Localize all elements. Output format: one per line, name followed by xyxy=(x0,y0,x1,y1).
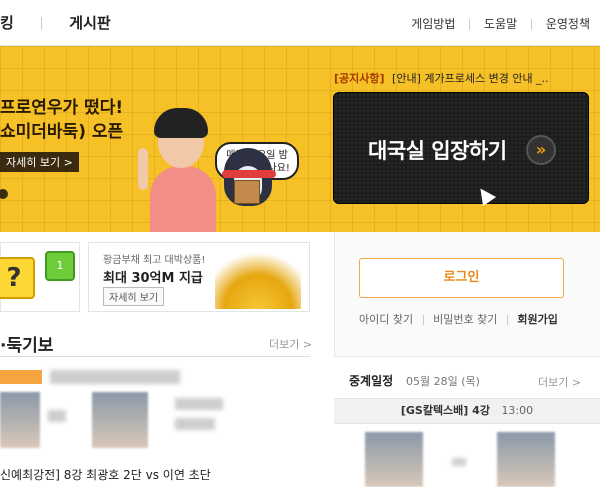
enter-button-label: 대국실 입장하기 xyxy=(368,139,507,163)
blurred-player-name xyxy=(48,410,66,422)
versus-mark xyxy=(452,458,466,466)
nav-item-help[interactable]: 도움말 xyxy=(484,17,517,31)
promo-small-text: 황금부채 최고 대박상품! xyxy=(103,255,206,266)
notice-ticker[interactable]: [공지사항] [안내] 계가프로세스 변경 안내 _.. xyxy=(334,70,549,86)
nav-right: 게임방법 도움말 운영정책 xyxy=(411,15,590,32)
news-badge xyxy=(0,370,42,384)
nav-item-game-guide[interactable]: 게임방법 xyxy=(411,17,455,31)
blurred-player-name xyxy=(175,418,215,430)
banner-headline: 프로연우가 떴다! 쇼미더바둑) 오픈 xyxy=(0,96,123,144)
login-button[interactable]: 로그인 xyxy=(359,258,564,298)
nav-item-board[interactable]: 게시판 xyxy=(69,12,110,33)
match-info-bar[interactable]: [GS칼텍스배] 4강 13:00 xyxy=(334,398,600,424)
match-time: 13:00 xyxy=(501,404,534,417)
nav-left: 킹 게시판 xyxy=(0,12,111,33)
nav-item-policy[interactable]: 운영정책 xyxy=(546,17,590,31)
player-photo xyxy=(0,392,40,448)
banner-person-image xyxy=(138,108,216,232)
penguin-mascot-icon xyxy=(218,140,278,218)
find-id-link[interactable]: 아이디 찾기 xyxy=(359,313,413,326)
link-divider xyxy=(422,315,424,325)
nav-divider xyxy=(41,17,43,30)
section-divider xyxy=(0,356,310,357)
banner-more-button[interactable]: 자세히 보기 > xyxy=(0,152,79,172)
mouse-cursor-icon xyxy=(473,183,497,207)
nav-item-ranking[interactable]: 킹 xyxy=(0,12,14,33)
player-photo xyxy=(497,432,555,487)
promo-big-text: 최대 30억M 지급 xyxy=(103,271,203,286)
player-photo xyxy=(365,432,423,487)
news-headline-link[interactable]: 신예최강전] 8강 최광호 2단 vs 이연 초단 xyxy=(0,466,211,483)
question-mark-icon: ? xyxy=(0,257,35,299)
news-section-title: ·둑기보 xyxy=(0,336,54,356)
blurred-player-name xyxy=(175,398,223,410)
schedule-date: 05월 28일 (목) xyxy=(406,375,480,388)
news-more-link[interactable]: 더보기 > xyxy=(269,336,312,352)
double-chevron-right-icon: » xyxy=(526,135,556,165)
promo-more-button[interactable]: 자세히 보기 xyxy=(103,287,165,306)
banner-headline-line-1: 프로연우가 떴다! xyxy=(0,98,124,118)
enter-game-room-button[interactable]: 대국실 입장하기 » xyxy=(333,92,589,207)
login-links: 아이디 찾기 비밀번호 찾기 회원가입 xyxy=(359,311,558,327)
notice-tag: [공지사항] xyxy=(334,72,385,85)
player-photo xyxy=(92,392,148,448)
blurred-news-title xyxy=(50,370,180,384)
quiz-promo-card[interactable]: ? 1 xyxy=(0,242,80,312)
sign-up-link[interactable]: 회원가입 xyxy=(517,313,557,326)
nav-divider xyxy=(531,19,532,30)
schedule-more-link[interactable]: 더보기 > xyxy=(538,374,581,390)
notice-text[interactable]: [안내] 계가프로세스 변경 안내 _.. xyxy=(392,72,549,85)
find-password-link[interactable]: 비밀번호 찾기 xyxy=(433,313,497,326)
banner-headline-line-2: 쇼미더바둑) 오픈 xyxy=(0,122,124,142)
level-badge: 1 xyxy=(45,251,75,281)
nav-divider xyxy=(469,19,471,30)
schedule-title: 중계일정 xyxy=(349,374,394,388)
match-name: [GS칼텍스배] 4강 xyxy=(400,404,490,417)
golden-fan-promo-card[interactable]: 황금부채 최고 대박상품! 최대 30억M 지급 자세히 보기 xyxy=(88,242,310,312)
golden-fan-icon xyxy=(215,247,301,309)
link-divider xyxy=(506,315,508,325)
top-nav: 킹 게시판 게임방법 도움말 운영정책 xyxy=(0,0,600,46)
